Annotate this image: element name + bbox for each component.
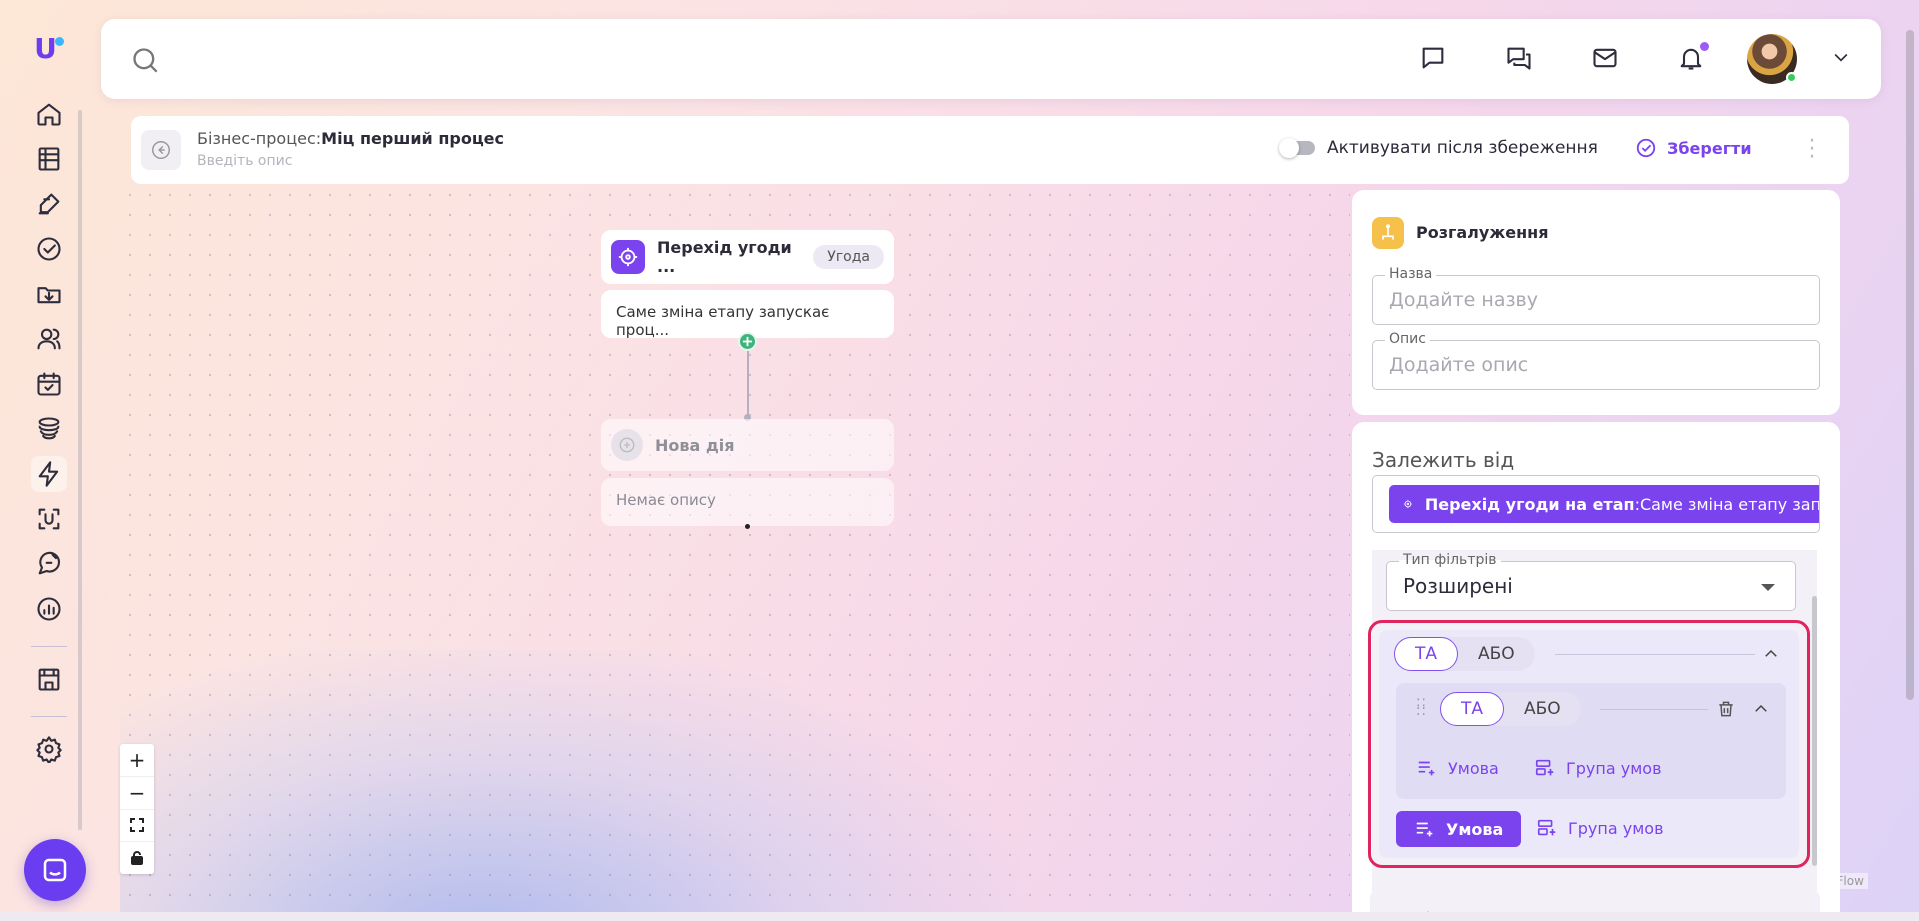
crosshair-icon bbox=[1403, 499, 1413, 509]
depends-chip-title: Перехід угоди на етап bbox=[1424, 494, 1635, 514]
support-chat-button[interactable] bbox=[24, 839, 86, 901]
inbox-download-icon[interactable] bbox=[31, 276, 67, 312]
search-icon[interactable] bbox=[131, 46, 159, 78]
depends-on-chip[interactable]: Перехід угоди на етап :Саме зміна етапу … bbox=[1389, 485, 1820, 523]
new-action-description[interactable]: Немає опису bbox=[601, 478, 894, 526]
notification-dot bbox=[1700, 42, 1709, 51]
name-placeholder: Додайте назву bbox=[1389, 289, 1539, 311]
calendar-check-icon[interactable] bbox=[31, 366, 67, 402]
lock-icon bbox=[131, 851, 143, 866]
process-name[interactable]: Міц перший процес bbox=[321, 129, 504, 148]
fit-view-icon bbox=[130, 818, 144, 833]
process-label: Бізнес-процес: bbox=[197, 129, 322, 148]
gear-icon[interactable] bbox=[31, 731, 67, 767]
home-icon[interactable] bbox=[31, 96, 67, 132]
filter-type-value: Розширені bbox=[1403, 574, 1513, 598]
zoom-controls: + − bbox=[120, 744, 154, 874]
edit-note-icon[interactable] bbox=[31, 186, 67, 222]
add-step-button[interactable] bbox=[738, 332, 757, 351]
stack-icon[interactable] bbox=[31, 411, 67, 447]
fit-view-button[interactable] bbox=[120, 810, 154, 843]
back-button[interactable] bbox=[141, 130, 181, 170]
arrow-left-circle-icon bbox=[152, 141, 170, 159]
check-circle-icon[interactable] bbox=[31, 231, 67, 267]
zoom-out-button[interactable]: − bbox=[120, 777, 154, 810]
ledger-icon[interactable] bbox=[31, 141, 67, 177]
branch-name-field[interactable]: Назва Додайте назву bbox=[1372, 266, 1820, 325]
node-output-handle[interactable] bbox=[745, 524, 750, 529]
depends-on-field[interactable]: Перехід угоди на етап :Саме зміна етапу … bbox=[1372, 475, 1820, 533]
highlight-frame bbox=[1368, 620, 1810, 868]
top-bar bbox=[101, 19, 1881, 99]
name-label: Назва bbox=[1385, 266, 1437, 282]
panel-scrollbar[interactable] bbox=[1812, 596, 1817, 866]
app-logo[interactable]: U bbox=[29, 28, 69, 68]
save-button[interactable]: Зберегти bbox=[1635, 137, 1752, 159]
chevron-down-icon[interactable] bbox=[1831, 47, 1851, 71]
users-icon[interactable] bbox=[31, 321, 67, 357]
user-avatar[interactable] bbox=[1747, 34, 1797, 84]
depends-on-label: Залежить від bbox=[1372, 448, 1515, 472]
page-scrollbar[interactable] bbox=[1906, 30, 1914, 700]
description-label: Опис bbox=[1385, 331, 1430, 347]
crosshair-icon bbox=[611, 240, 645, 274]
sidebar-scrollbar[interactable] bbox=[78, 110, 82, 830]
new-action-title: Нова дія bbox=[655, 435, 735, 455]
mail-icon[interactable] bbox=[1591, 44, 1621, 74]
depends-chip-detail: :Саме зміна етапу запуск bbox=[1634, 494, 1820, 514]
bell-icon[interactable] bbox=[1677, 42, 1709, 74]
sidebar-separator bbox=[31, 646, 67, 647]
branch-icon bbox=[1372, 217, 1404, 249]
process-title: Бізнес-процес:Міц перший процес bbox=[197, 129, 504, 148]
check-circle-icon bbox=[1636, 138, 1656, 158]
description-placeholder: Додайте опис bbox=[1389, 354, 1529, 376]
bottom-edge bbox=[0, 912, 1919, 921]
trigger-description[interactable]: Саме зміна етапу запускає проц... bbox=[601, 290, 894, 339]
feedback-icon[interactable] bbox=[31, 546, 67, 582]
lock-button[interactable] bbox=[120, 842, 154, 874]
branch-description-field[interactable]: Опис Додайте опис bbox=[1372, 331, 1820, 390]
plus-circle-icon bbox=[611, 429, 643, 461]
process-header: Бізнес-процес:Міц перший процес Введіть … bbox=[131, 116, 1849, 184]
trigger-node[interactable]: Перехід угоди ... Угода bbox=[601, 230, 894, 284]
sidebar-separator-2 bbox=[31, 716, 67, 717]
zoom-in-button[interactable]: + bbox=[120, 744, 154, 777]
new-action-node[interactable]: Нова дія bbox=[601, 419, 894, 471]
more-menu-icon[interactable]: · · · bbox=[1807, 131, 1817, 169]
chat-icon[interactable] bbox=[1419, 44, 1449, 74]
save-label: Зберегти bbox=[1667, 138, 1752, 158]
activate-toggle[interactable] bbox=[1279, 138, 1315, 158]
dropdown-caret-icon bbox=[1761, 584, 1775, 591]
trigger-title: Перехід угоди ... bbox=[657, 238, 792, 276]
lightning-icon[interactable] bbox=[31, 456, 67, 492]
store-icon[interactable] bbox=[31, 661, 67, 697]
conversations-icon[interactable] bbox=[1505, 44, 1535, 74]
analytics-icon[interactable] bbox=[31, 591, 67, 627]
branch-settings-panel: Розгалуження Назва Додайте назву Опис До… bbox=[1352, 190, 1840, 415]
activate-label: Активувати після збереження bbox=[1327, 138, 1598, 158]
process-description-input[interactable]: Введіть опис bbox=[197, 153, 292, 169]
chat-widget-icon bbox=[43, 858, 67, 882]
flow-connector bbox=[747, 351, 749, 416]
trigger-badge: Угода bbox=[813, 245, 884, 269]
plus-icon bbox=[742, 336, 753, 347]
panel-title: Розгалуження bbox=[1416, 223, 1549, 242]
scan-u-icon[interactable] bbox=[31, 501, 67, 537]
logo-letter: U bbox=[34, 31, 57, 65]
activate-toggle-wrap: Активувати після збереження bbox=[1279, 138, 1598, 158]
sidebar: U bbox=[22, 28, 76, 888]
online-status-dot bbox=[1786, 72, 1797, 83]
filter-type-select[interactable]: Тип фільтрів Розширені bbox=[1386, 552, 1796, 611]
filter-type-label: Тип фільтрів bbox=[1399, 552, 1501, 568]
